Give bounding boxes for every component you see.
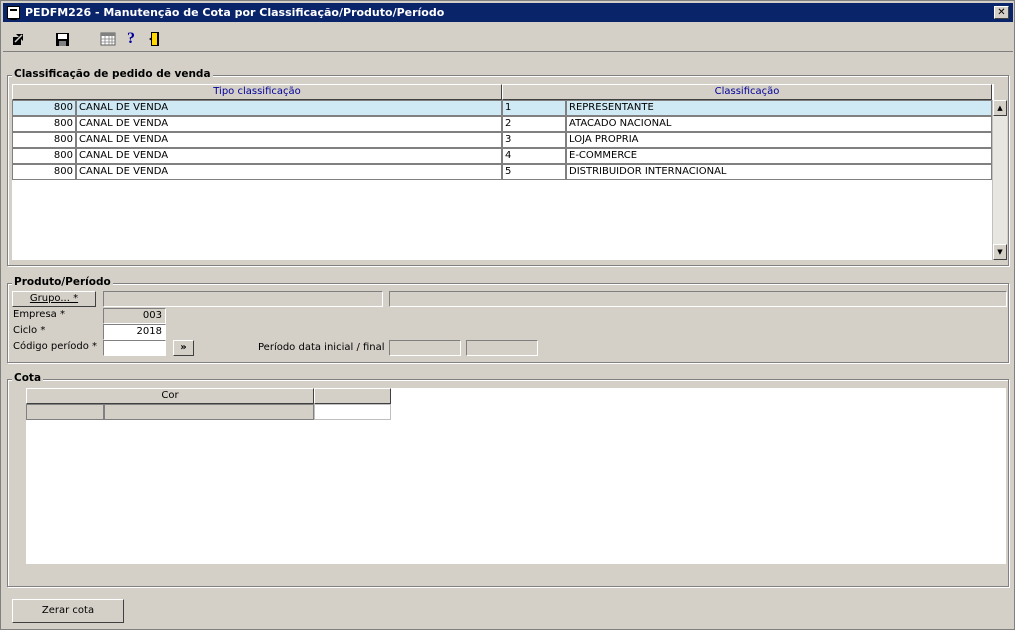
row-class-cod[interactable]: 5 [502,164,566,180]
toolbar: ? [3,24,1013,52]
vertical-scrollbar[interactable]: ▲ ▼ [992,100,1007,260]
cota-group: Cota Cor [7,372,1009,587]
zerar-cota-button[interactable]: Zerar cota [12,599,124,623]
row-tipo-desc[interactable]: CANAL DE VENDA [76,100,502,116]
scroll-up-icon[interactable]: ▲ [993,100,1007,116]
row-class-cod[interactable]: 4 [502,148,566,164]
help-icon[interactable]: ? [122,30,140,48]
title-bar: PEDFM226 - Manutenção de Cota por Classi… [3,3,1013,22]
data-inicial-field[interactable] [389,340,461,356]
row-tipo-cod[interactable]: 800 [12,164,76,180]
periodo-data-label: Período data inicial / final [258,342,385,353]
save-icon[interactable] [53,30,71,48]
row-class-desc[interactable]: DISTRIBUIDOR INTERNACIONAL [566,164,992,180]
row-tipo-desc[interactable]: CANAL DE VENDA [76,132,502,148]
grupo-desc-field[interactable] [389,291,1007,307]
zerar-cota-label: Zerar cota [41,605,95,616]
window-title: PEDFM226 - Manutenção de Cota por Classi… [25,6,445,19]
row-tipo-desc[interactable]: CANAL DE VENDA [76,116,502,132]
produto-periodo-group: Produto/Período Grupo... * Empresa * 003… [7,276,1009,363]
codigo-periodo-label: Código período * [13,341,98,352]
cor-code-cell[interactable] [26,404,104,420]
row-class-desc[interactable]: ATACADO NACIONAL [566,116,992,132]
main-window: PEDFM226 - Manutenção de Cota por Classi… [0,0,1015,630]
classificacao-group: Classificação de pedido de venda Tipo cl… [7,68,1009,266]
row-tipo-cod[interactable]: 800 [12,116,76,132]
classificacao-legend: Classificação de pedido de venda [12,68,213,80]
produto-periodo-legend: Produto/Período [12,276,113,288]
row-class-cod[interactable]: 2 [502,116,566,132]
row-tipo-desc[interactable]: CANAL DE VENDA [76,148,502,164]
col-header-cor[interactable]: Cor [26,388,314,404]
empresa-label: Empresa * [13,309,65,320]
row-class-cod[interactable]: 1 [502,100,566,116]
cor-desc-cell[interactable] [104,404,314,420]
app-icon [7,6,20,20]
codigo-periodo-field[interactable] [103,340,166,356]
row-tipo-cod[interactable]: 800 [12,132,76,148]
col-header-tipo[interactable]: Tipo classificação [12,84,502,100]
scroll-down-icon[interactable]: ▼ [993,244,1007,260]
ciclo-field[interactable]: 2018 [103,324,166,340]
ciclo-label: Ciclo * [13,325,46,336]
col-header-quantidade[interactable] [314,388,391,404]
row-tipo-desc[interactable]: CANAL DE VENDA [76,164,502,180]
cota-legend: Cota [12,372,44,384]
col-header-classificacao[interactable]: Classificação [502,84,992,100]
cota-value-cell[interactable] [314,404,391,420]
empresa-field[interactable]: 003 [103,308,166,324]
row-class-desc[interactable]: REPRESENTANTE [566,100,992,116]
row-class-cod[interactable]: 3 [502,132,566,148]
calendar-icon[interactable] [99,30,117,48]
exit-arrow-icon[interactable] [9,30,27,48]
close-button[interactable]: ✕ [994,6,1009,19]
grupo-code-field[interactable] [103,291,383,307]
row-class-desc[interactable]: E-COMMERCE [566,148,992,164]
grupo-button[interactable]: Grupo... * [12,291,96,307]
row-tipo-cod[interactable]: 800 [12,100,76,116]
door-exit-icon[interactable] [146,30,164,48]
row-tipo-cod[interactable]: 800 [12,148,76,164]
periodo-lookup-button[interactable]: » [173,340,194,356]
row-class-desc[interactable]: LOJA PROPRIA [566,132,992,148]
data-final-field[interactable] [466,340,538,356]
